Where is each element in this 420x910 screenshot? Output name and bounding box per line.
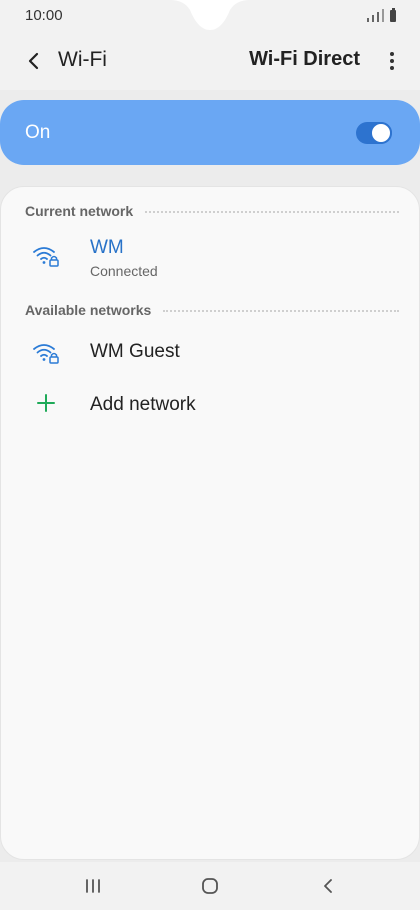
signal-bar [382, 9, 384, 22]
wifi-switch[interactable] [356, 122, 392, 144]
plus-icon [37, 394, 55, 412]
network-status: Connected [90, 263, 158, 279]
available-networks-header: Available networks [25, 302, 399, 318]
add-network-row[interactable]: Add network [1, 380, 419, 430]
toggle-label: On [25, 122, 51, 143]
network-row-available[interactable]: WM Guest [1, 327, 419, 377]
signal-bar [372, 15, 374, 22]
wifi-lock-icon [33, 344, 59, 364]
network-name: WM [90, 237, 124, 258]
status-icons [367, 8, 396, 22]
page-title: Wi-Fi [58, 48, 107, 71]
add-network-label: Add network [90, 394, 196, 415]
status-time: 10:00 [25, 7, 63, 24]
divider [145, 211, 399, 213]
recent-apps-button[interactable] [78, 874, 108, 898]
current-network-header: Current network [25, 203, 399, 219]
wifi-toggle-card[interactable]: On [0, 100, 420, 165]
wifi-lock-icon [33, 247, 59, 267]
divider [163, 310, 399, 312]
app-bar: Wi-Fi Wi-Fi Direct [0, 32, 420, 90]
network-row-current[interactable]: WM Connected [1, 231, 419, 281]
camera-notch [170, 0, 250, 30]
back-button[interactable] [18, 46, 48, 76]
back-icon [324, 879, 332, 893]
wifi-direct-button[interactable]: Wi-Fi Direct [249, 48, 360, 71]
chevron-left-icon [28, 52, 39, 70]
more-options-button[interactable] [386, 46, 398, 76]
back-nav-button[interactable] [313, 874, 343, 898]
home-icon [202, 878, 218, 894]
section-title: Available networks [25, 302, 152, 318]
signal-bar [377, 12, 379, 22]
more-dot [390, 59, 394, 63]
status-bar: 10:00 [0, 0, 420, 32]
switch-knob [370, 122, 392, 144]
signal-icon [367, 18, 369, 22]
home-button[interactable] [195, 874, 225, 898]
recent-apps-icon [86, 879, 100, 893]
more-dot [390, 52, 394, 56]
network-list: Current network WM Connected Available n… [0, 186, 420, 860]
more-dot [390, 66, 394, 70]
battery-icon [390, 8, 396, 22]
section-title: Current network [25, 203, 134, 219]
navigation-bar [0, 862, 420, 910]
network-name: WM Guest [90, 341, 180, 362]
